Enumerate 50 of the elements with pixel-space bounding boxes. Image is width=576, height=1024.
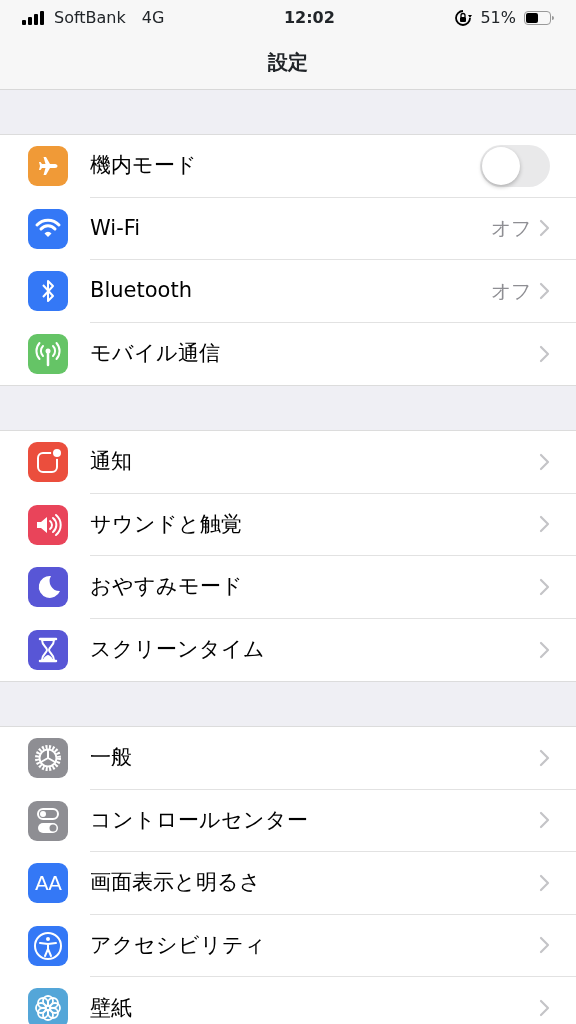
setting-label: サウンドと触覚 <box>90 510 243 538</box>
settings-row[interactable]: 一般 <box>0 727 576 790</box>
setting-label: 壁紙 <box>90 994 133 1022</box>
setting-label: Wi-Fi <box>90 214 142 242</box>
setting-label: 画面表示と明るさ <box>90 869 262 896</box>
settings-row[interactable]: 通知 <box>0 431 576 494</box>
settings-row[interactable]: モバイル通信 <box>0 322 576 385</box>
settings-row[interactable]: 機内モード <box>0 135 576 198</box>
chevron-icon <box>539 811 550 830</box>
chevron-icon <box>539 452 550 471</box>
settings-row[interactable]: アクセシビリティ <box>0 914 576 977</box>
network-type: 4G <box>141 7 165 29</box>
setting-label: 機内モード <box>90 152 198 179</box>
settings-row[interactable]: Wi-Fi オフ <box>0 197 576 260</box>
setting-label: おやすみモード <box>90 573 244 600</box>
chevron-icon <box>539 748 550 767</box>
settings-row[interactable]: おやすみモード <box>0 556 576 619</box>
toggle-switch[interactable] <box>480 144 550 187</box>
text-size-icon: AA <box>28 863 68 904</box>
signal-icon <box>22 11 46 25</box>
carrier-name: SoftBank <box>54 7 126 29</box>
settings-row[interactable]: 壁紙 <box>0 977 576 1024</box>
settings-row[interactable]: コントロールセンター <box>0 789 576 852</box>
setting-label: スクリーンタイム <box>90 636 266 663</box>
setting-value: オフ <box>491 215 531 243</box>
chevron-icon <box>539 577 550 596</box>
setting-label: コントロールセンター <box>90 806 309 834</box>
battery-icon <box>524 11 554 25</box>
chevron-icon <box>539 515 550 534</box>
chevron-icon <box>539 936 550 955</box>
page-title: 設定 <box>268 49 308 76</box>
chevron-icon <box>539 640 550 659</box>
clock-time: 12:02 <box>282 7 336 29</box>
chevron-icon <box>539 873 550 892</box>
chevron-icon <box>539 281 550 300</box>
setting-label: アクセシビリティ <box>90 931 267 959</box>
settings-row[interactable]: AA 画面表示と明るさ <box>0 852 576 915</box>
chevron-icon <box>539 999 550 1018</box>
settings-row[interactable]: Bluetooth オフ <box>0 260 576 323</box>
setting-label: Bluetooth <box>90 277 193 304</box>
settings-row[interactable]: サウンドと触覚 <box>0 493 576 556</box>
chevron-icon <box>539 219 550 238</box>
setting-label: 一般 <box>90 744 133 771</box>
orientation-lock-icon <box>454 9 473 27</box>
chevron-icon <box>539 344 550 363</box>
battery-percentage: 51% <box>480 7 516 29</box>
setting-label: 通知 <box>90 448 133 475</box>
settings-row[interactable]: スクリーンタイム <box>0 618 576 681</box>
setting-value: オフ <box>491 277 531 305</box>
setting-label: モバイル通信 <box>90 340 221 367</box>
